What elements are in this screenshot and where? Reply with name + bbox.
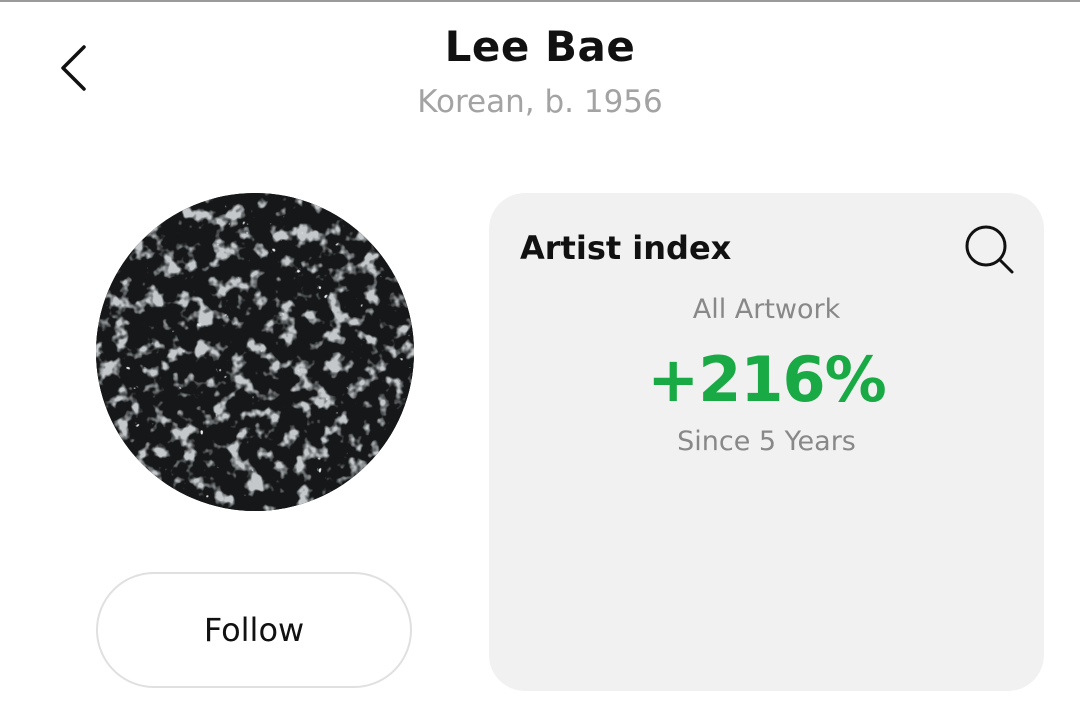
page-title: Lee Bae [444,22,636,71]
artwork-thumbnail [96,193,414,511]
index-period-label: Since 5 Years [677,426,856,457]
index-scope-label: All Artwork [692,294,841,325]
top-divider [0,0,1080,2]
index-change-value: +216% [647,343,887,416]
search-button[interactable] [963,223,1017,277]
artist-index-card: Artist index All Artwork +216% Since 5 Y… [489,193,1044,691]
search-icon [965,225,1014,274]
artist-avatar [96,193,414,511]
card-title: Artist index [520,229,732,267]
artist-nationality-birth: Korean, b. 1956 [417,84,663,120]
follow-button[interactable]: Follow [96,572,412,688]
